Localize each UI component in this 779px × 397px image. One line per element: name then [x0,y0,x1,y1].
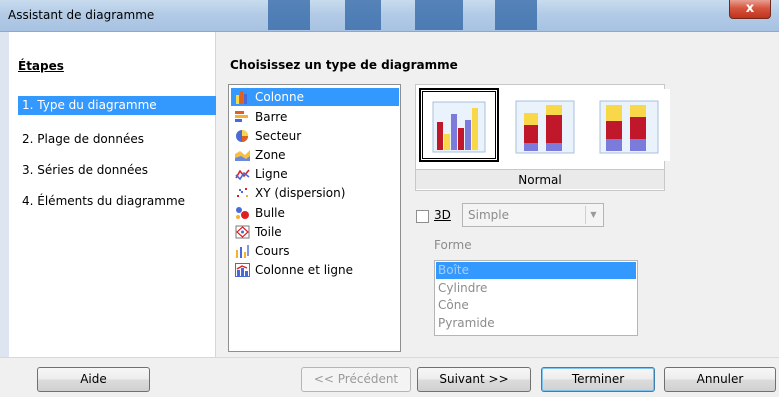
chart-type-label: Colonne [255,90,304,104]
chart-type-column[interactable]: Colonne [231,88,399,106]
bubble-chart-icon [236,207,249,219]
variant-stacked[interactable] [506,89,584,161]
chart-type-pie[interactable]: Secteur [231,127,399,145]
stacked-columns-icon [515,100,575,154]
shape-list[interactable]: Boîte Cylindre Cône Pyramide [434,260,638,336]
steps-pane: Étapes 1. Type du diagramme 2. Plage de … [9,32,216,357]
net-chart-icon [235,225,250,239]
percent-stacked-columns-icon [599,100,659,154]
previous-button[interactable]: << Précédent [301,367,411,392]
shape-option-box[interactable]: Boîte [436,262,636,279]
scatter-chart-icon [237,188,248,197]
steps-heading: Étapes [18,59,64,73]
3d-look-select[interactable]: Simple ▼ [462,203,604,227]
shape-option-cylinder[interactable]: Cylindre [436,280,636,297]
help-button[interactable]: Aide [37,367,150,392]
chart-type-list[interactable]: Colonne Barre Secteur Zone Ligne XY (dis… [228,84,401,352]
variant-caption: Normal [416,169,664,189]
pie-chart-icon [236,130,248,142]
chart-type-scatter[interactable]: XY (dispersion) [231,184,399,202]
chart-type-column-line[interactable]: Colonne et ligne [231,261,399,279]
column-line-chart-icon [235,263,250,277]
chart-variant-panel: Normal [415,84,670,191]
chart-type-stock[interactable]: Cours [231,242,399,260]
3d-look-value: Simple [468,208,509,222]
title-bar-decoration [495,0,537,30]
shape-label: Forme [434,238,472,252]
title-bar-decoration [268,0,310,30]
window-title: Assistant de diagramme [8,8,155,22]
chart-type-label: XY (dispersion) [255,186,346,200]
step-chart-type[interactable]: 1. Type du diagramme [18,96,216,115]
next-button[interactable]: Suivant >> [417,367,531,392]
title-bar: Assistant de diagramme x [0,0,779,32]
chart-type-area[interactable]: Zone [231,146,399,164]
chart-type-line[interactable]: Ligne [231,165,399,183]
close-icon: x [745,1,755,16]
stock-chart-icon [236,245,249,258]
3d-checkbox[interactable] [416,210,429,223]
chart-type-net[interactable]: Toile [231,223,399,241]
variant-percent-stacked[interactable] [592,89,670,161]
chart-type-bar[interactable]: Barre [231,108,399,126]
chart-type-label: Bulle [255,206,285,220]
chart-type-label: Barre [255,110,288,124]
normal-columns-icon [432,101,486,153]
window-left-border [0,32,9,357]
step-chart-elements[interactable]: 4. Éléments du diagramme [18,192,216,211]
bar-chart-icon [235,111,248,122]
chart-type-bubble[interactable]: Bulle [231,204,399,222]
title-bar-decoration [415,0,463,30]
close-button[interactable]: x [729,0,771,19]
shape-option-cone[interactable]: Cône [436,297,636,314]
shape-option-pyramid[interactable]: Pyramide [436,315,636,332]
step-data-series[interactable]: 3. Séries de données [18,161,216,180]
title-bar-decoration [345,0,381,30]
chart-type-label: Secteur [255,129,302,143]
chart-type-label: Zone [255,148,286,162]
column-chart-icon [236,91,247,104]
chart-type-label: Colonne et ligne [255,263,353,277]
line-chart-icon [235,169,250,181]
chart-type-heading: Choisissez un type de diagramme [230,58,458,72]
chart-type-label: Ligne [255,167,288,181]
chart-type-label: Cours [255,244,290,258]
chevron-down-icon: ▼ [585,206,601,224]
cancel-button[interactable]: Annuler [664,367,776,392]
step-data-range[interactable]: 2. Plage de données [18,130,216,149]
3d-label: 3D [434,208,451,222]
chart-type-label: Toile [255,225,282,239]
area-chart-icon [235,150,250,161]
finish-button[interactable]: Terminer [541,367,655,392]
variant-normal[interactable] [419,88,499,162]
